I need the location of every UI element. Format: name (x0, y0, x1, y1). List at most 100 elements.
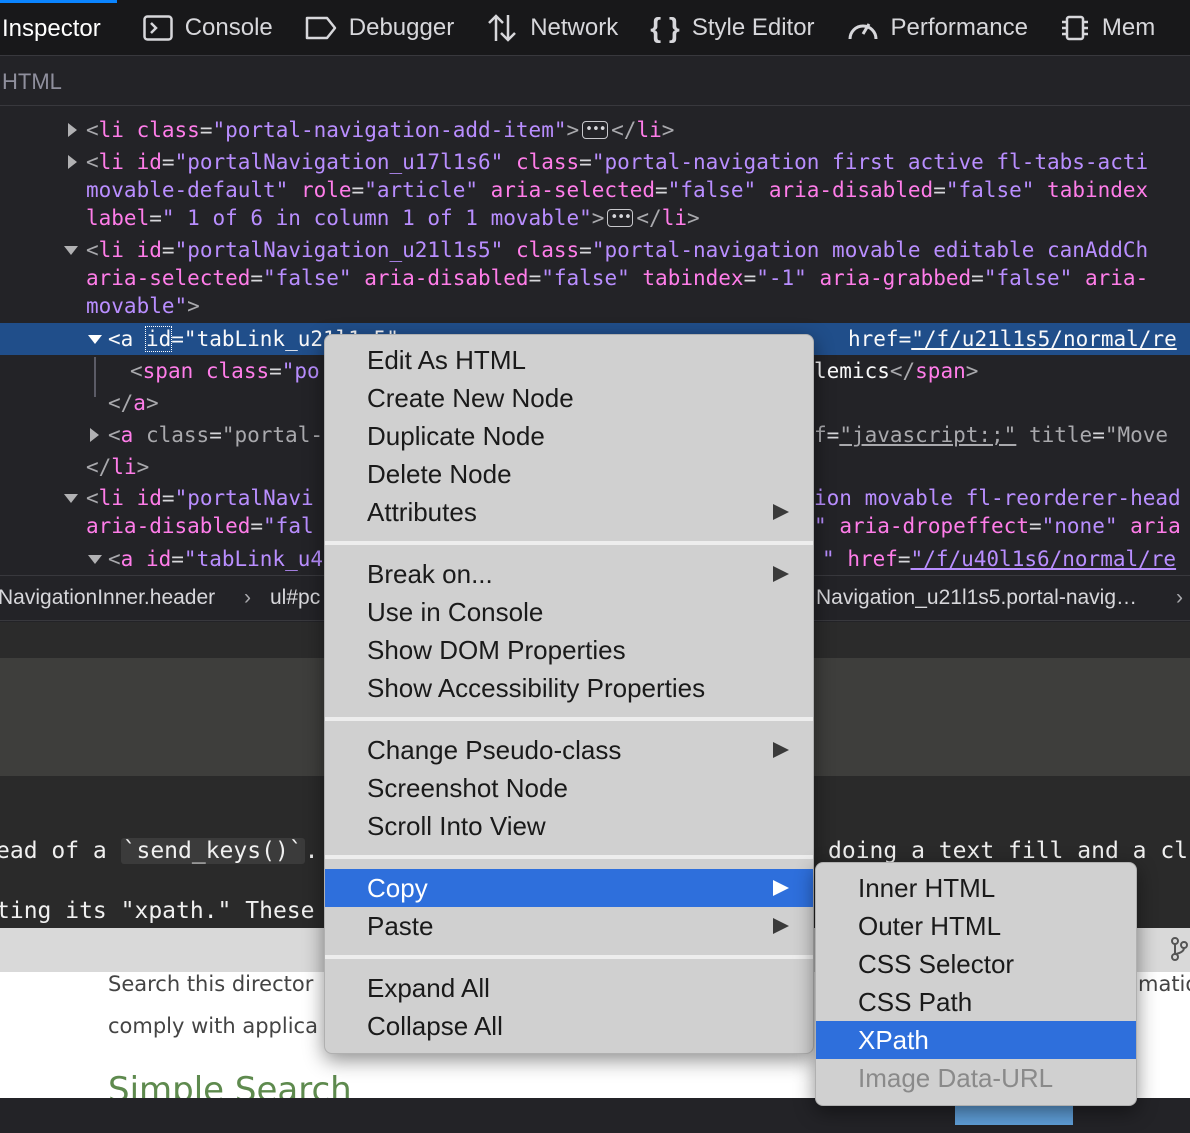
markup-node-move-link[interactable]: <a class="portal- (108, 421, 323, 449)
attr-name: title (1028, 423, 1093, 447)
menu-item-copy[interactable]: Copy (325, 869, 813, 907)
attr-name: class (515, 150, 580, 174)
menu-item-label: Break on... (367, 559, 493, 589)
devtools-toolbar: Inspector Console Debugger Network { } S… (0, 0, 1190, 56)
markup-node-u17l1s6[interactable]: <li id="portalNavigation_u17l1s6" class=… (86, 148, 1148, 176)
context-menu: Edit As HTML Create New Node Duplicate N… (324, 334, 814, 1054)
menu-item-scroll-into-view[interactable]: Scroll Into View (325, 807, 813, 845)
markup-close-li[interactable]: </li> (86, 453, 149, 481)
markup-node-u40l1s6-tail: ion movable fl-reorderer-head (814, 484, 1181, 512)
submenu-item-css-selector[interactable]: CSS Selector (816, 945, 1136, 983)
breadcrumb-item[interactable]: NavigationInner.header (0, 586, 215, 610)
markup-node-u40l1s6[interactable]: <li id="portalNavi (86, 484, 314, 512)
collapse-toggle-icon[interactable] (64, 494, 78, 503)
attr-value: "article" (364, 178, 478, 202)
submenu-item-outer-html[interactable]: Outer HTML (816, 907, 1136, 945)
attr-value: "none" (1041, 514, 1118, 538)
attr-value: "tabLink_u4 (183, 547, 323, 571)
submenu-item-inner-html[interactable]: Inner HTML (816, 869, 1136, 907)
tag-name: a (120, 423, 134, 447)
submenu-item-css-path[interactable]: CSS Path (816, 983, 1136, 1021)
menu-item-show-dom-properties[interactable]: Show DOM Properties (325, 631, 813, 669)
tab-style-editor[interactable]: { } Style Editor (634, 0, 830, 55)
attr-value: movable-default" (86, 178, 289, 202)
network-icon (486, 12, 518, 44)
menu-item-screenshot-node[interactable]: Screenshot Node (325, 769, 813, 807)
markup-node-add-item[interactable]: <li class="portal-navigation-add-item"><… (86, 116, 674, 144)
tab-network-label: Network (530, 13, 619, 41)
attr-name: aria- (1085, 266, 1149, 290)
menu-item-label: Create New Node (367, 383, 574, 413)
menu-item-delete-node[interactable]: Delete Node (325, 455, 813, 493)
submenu-item-xpath[interactable]: XPath (816, 1021, 1136, 1059)
collapse-toggle-icon[interactable] (64, 246, 78, 255)
attr-name[interactable]: id (144, 326, 173, 352)
collapse-toggle-icon[interactable] (88, 335, 102, 344)
debugger-icon (305, 15, 337, 41)
submenu-item-image-data-url: Image Data-URL (816, 1059, 1136, 1097)
tab-inspector[interactable]: Inspector (0, 0, 117, 55)
expand-toggle-icon[interactable] (68, 123, 77, 137)
attr-value[interactable]: "/f/u40l1s6/normal/re (911, 547, 1177, 571)
breadcrumb-item[interactable]: Navigation_u21l1s5.portal-navig… (816, 586, 1137, 610)
attr-value[interactable]: "/f/u21l1s5/normal/re (911, 327, 1177, 351)
article-line: ead of a `send_keys()`. (0, 838, 319, 864)
console-icon (142, 14, 173, 41)
tag-name: li (661, 206, 687, 230)
menu-item-edit-as-html[interactable]: Edit As HTML (325, 341, 813, 379)
expand-toggle-icon[interactable] (68, 155, 77, 169)
tag-name: li (98, 238, 124, 262)
submenu-arrow-icon (773, 566, 789, 582)
submenu-arrow-icon (773, 880, 789, 896)
attr-name: id (136, 486, 162, 510)
tab-performance[interactable]: Performance (831, 0, 1044, 55)
menu-item-use-in-console[interactable]: Use in Console (325, 593, 813, 631)
attr-value: movable" (86, 294, 188, 318)
menu-item-label: Scroll Into View (367, 811, 546, 841)
tab-console[interactable]: Console (117, 0, 289, 55)
markup-node-move-link-tail: f="javascript:;" title="Move (814, 423, 1169, 447)
menu-item-expand-all[interactable]: Expand All (325, 969, 813, 1007)
expand-toggle-icon[interactable] (90, 428, 99, 442)
breadcrumb-scroll-right-icon[interactable]: › (1176, 586, 1183, 610)
attr-name: id (145, 547, 172, 571)
menu-item-break-on[interactable]: Break on... (325, 555, 813, 593)
tab-network[interactable]: Network (470, 0, 634, 55)
menu-item-duplicate-node[interactable]: Duplicate Node (325, 417, 813, 455)
tag-name: a (133, 391, 146, 415)
markup-node-u21l1s5[interactable]: <li id="portalNavigation_u21l1s5" class=… (86, 236, 1148, 264)
menu-item-create-new-node[interactable]: Create New Node (325, 379, 813, 417)
markup-node-span[interactable]: <span class="po (130, 357, 320, 385)
menu-item-paste[interactable]: Paste (325, 907, 813, 945)
attr-name: id (136, 150, 162, 174)
menu-item-show-accessibility-properties[interactable]: Show Accessibility Properties (325, 669, 813, 707)
tab-style-editor-label: Style Editor (691, 13, 815, 41)
breadcrumb-item[interactable]: ul#pc (270, 586, 320, 610)
menu-item-label: Copy (367, 873, 428, 903)
collapsed-ellipsis-icon[interactable] (582, 116, 609, 144)
tag-name: li (111, 455, 137, 479)
markup-node-tablink-u40[interactable]: <a id="tabLink_u4 (108, 545, 323, 573)
collapse-toggle-icon[interactable] (88, 555, 102, 564)
menu-item-label: Paste (367, 911, 434, 941)
attr-value[interactable]: "javascript:;" (839, 423, 1016, 447)
markup-line-continued: label=" 1 of 6 in column 1 of 1 movable"… (86, 204, 700, 232)
tag-name: a (120, 547, 134, 571)
attr-name: aria-disabled (768, 178, 934, 202)
tab-memory[interactable]: Mem (1044, 0, 1171, 55)
text-node: lemics (814, 359, 890, 383)
markup-line-continued: movable-default" role="article" aria-sel… (86, 178, 1149, 202)
collapsed-ellipsis-icon[interactable] (607, 204, 634, 232)
menu-separator (325, 955, 813, 959)
branch-icon[interactable] (1170, 936, 1188, 967)
markup-line-continued-tail: " aria-dropeffect="none" aria (814, 514, 1181, 538)
menu-item-label: Attributes (367, 497, 477, 527)
html-panel-title: HTML (2, 69, 62, 94)
menu-item-collapse-all[interactable]: Collapse All (325, 1007, 813, 1045)
menu-item-change-pseudo-class[interactable]: Change Pseudo-class (325, 731, 813, 769)
tab-debugger[interactable]: Debugger (289, 0, 470, 55)
menu-item-label: Screenshot Node (367, 773, 568, 803)
tab-memory-label: Mem (1101, 13, 1156, 41)
menu-item-attributes[interactable]: Attributes (325, 493, 813, 531)
markup-close-a[interactable]: </a> (108, 389, 159, 417)
